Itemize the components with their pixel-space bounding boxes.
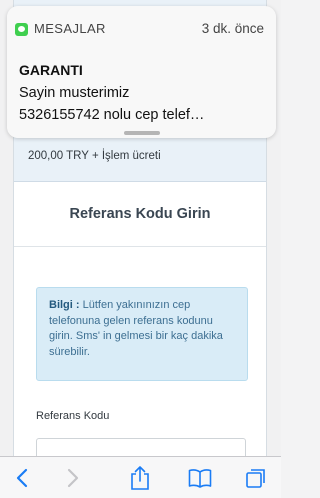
notification-title: GARANTI [19,62,83,78]
message-notification[interactable]: MESAJLAR 3 dk. önce GARANTI Sayin muster… [7,6,276,138]
bookmarks-icon [188,469,212,488]
messages-app-icon [15,23,28,36]
forward-icon [67,468,79,488]
reference-code-label: Referans Kodu [36,410,110,422]
share-icon [131,466,149,490]
notification-app-name: MESAJLAR [34,21,106,36]
forward-button[interactable] [51,457,95,498]
reference-title: Referans Kodu Girin [69,206,211,222]
share-button[interactable] [118,457,162,498]
tabs-button[interactable] [234,457,278,498]
notification-header: MESAJLAR 3 dk. önce [7,6,276,48]
notification-body-line-1: Sayin musterimiz [19,85,130,101]
notification-time: 3 dk. önce [201,21,264,36]
divider [14,246,266,247]
info-label: Bilgi : [49,299,80,311]
amount-text: 200,00 TRY + İşlem ücreti [28,150,161,162]
back-icon [16,468,28,488]
back-button[interactable] [0,457,44,498]
browser-toolbar [0,456,281,498]
notification-body-line-2: 5326155742 nolu cep telef… [19,107,205,123]
info-box: Bilgi : Lütfen yakınınızın cep telefonun… [36,287,248,381]
tabs-icon [246,469,265,488]
notification-drag-handle[interactable] [124,131,160,135]
bookmarks-button[interactable] [178,457,222,498]
